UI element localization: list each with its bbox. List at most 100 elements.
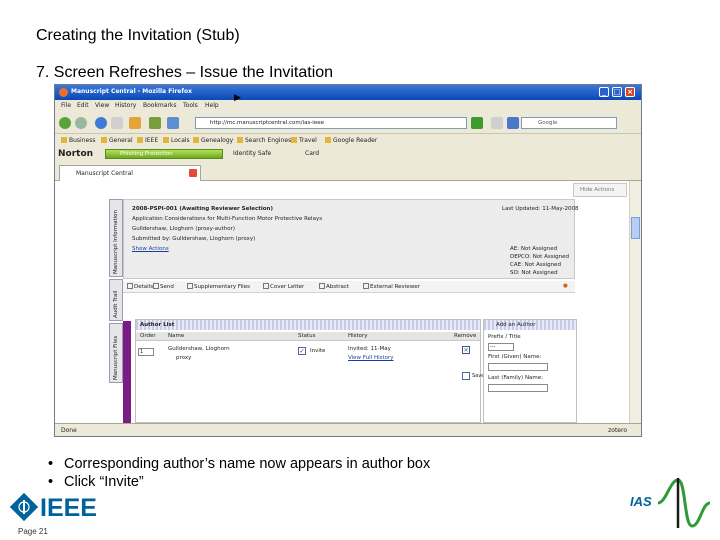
bookmarks-toolbar: Business General IEEE Locals Genealogy S… bbox=[55, 135, 641, 147]
first-name-input[interactable] bbox=[488, 363, 548, 371]
bullet-text: Corresponding author’s name now appears … bbox=[64, 456, 431, 472]
menu-history[interactable]: History bbox=[115, 102, 136, 109]
remove-author-checkbox[interactable]: ✕ bbox=[462, 346, 470, 354]
invite-checkbox[interactable]: ✓ bbox=[298, 347, 306, 355]
prefix-label: Prefix / Title bbox=[488, 334, 521, 340]
norton-toolbar: Norton Phishing Protection Identity Safe… bbox=[55, 147, 641, 161]
bookmark-google-reader[interactable]: Google Reader bbox=[325, 137, 377, 144]
home-icon[interactable] bbox=[129, 117, 141, 129]
tab-manuscript-files[interactable]: Manuscript Files bbox=[109, 323, 123, 383]
toolbar-abstract[interactable]: Abstract bbox=[319, 283, 349, 290]
address-bar[interactable]: http://mc.manuscriptcentral.com/ias-ieee bbox=[195, 117, 467, 129]
menu-view[interactable]: View bbox=[95, 102, 109, 109]
menu-bookmarks[interactable]: Bookmarks bbox=[143, 102, 177, 109]
toolbar-supplementary-files[interactable]: Supplementary Files bbox=[187, 283, 250, 290]
forward-icon[interactable] bbox=[75, 117, 87, 129]
last-updated: Last Updated: 11-May-2008 bbox=[502, 206, 579, 212]
col-remove: Remove bbox=[454, 333, 477, 339]
save-icon[interactable] bbox=[462, 372, 470, 380]
history-date: Invited: 11-May bbox=[348, 346, 391, 352]
manuscript-toolbar: Details Send Supplementary Files Cover L… bbox=[123, 281, 575, 293]
ieee-logo-text: IEEE bbox=[40, 494, 97, 522]
print-icon[interactable] bbox=[167, 117, 179, 129]
author-list-columns: Order Name Status History Remove bbox=[136, 332, 480, 341]
bullet-glyph: • bbox=[48, 474, 54, 490]
manuscript-author: Gulldershaw, Lloghorn (proxy-author) bbox=[132, 226, 235, 232]
minimize-button[interactable]: _ bbox=[599, 87, 609, 97]
col-order: Order bbox=[140, 333, 156, 339]
menu-tools[interactable]: Tools bbox=[183, 102, 198, 109]
hide-actions-box[interactable]: Hide Actions bbox=[573, 183, 627, 197]
tab-manuscript-information[interactable]: Manuscript Information bbox=[109, 199, 123, 277]
step-heading: 7. Screen Refreshes – Issue the Invitati… bbox=[36, 64, 334, 81]
last-name-label: Last (Family) Name: bbox=[488, 375, 544, 381]
page-number: Page 21 bbox=[18, 527, 48, 536]
tab-audit-trail[interactable]: Audit Trail bbox=[109, 279, 123, 321]
bookmark-travel[interactable]: Travel bbox=[291, 137, 317, 144]
close-tab-icon[interactable] bbox=[189, 169, 197, 177]
bookmark-ieee[interactable]: IEEE bbox=[137, 137, 158, 144]
col-status: Status bbox=[298, 333, 316, 339]
card-button[interactable]: Card bbox=[305, 150, 319, 157]
firefox-icon bbox=[59, 88, 68, 97]
ias-logo: IAS bbox=[628, 476, 712, 530]
last-name-input[interactable] bbox=[488, 384, 548, 392]
bookmark-business[interactable]: Business bbox=[61, 137, 95, 144]
manuscript-header: 2008-PSPI-001 (Awaiting Reviewer Selecti… bbox=[123, 199, 579, 279]
status-text: Done bbox=[61, 427, 77, 434]
tab-manuscript-central[interactable]: Manuscript Central bbox=[59, 165, 201, 181]
help-icon[interactable]: ● bbox=[563, 283, 568, 289]
manuscript-id: 2008-PSPI-001 (Awaiting Reviewer Selecti… bbox=[132, 206, 273, 212]
toolbar-cover-letter[interactable]: Cover Letter bbox=[263, 283, 304, 290]
side-tabs: Manuscript Information Audit Trail Manus… bbox=[109, 199, 123, 419]
manuscript-title: Application Considerations for Multi-Fun… bbox=[132, 216, 323, 222]
vertical-scrollbar[interactable] bbox=[629, 181, 641, 423]
invite-label[interactable]: Invite bbox=[310, 348, 325, 354]
show-actions-link[interactable]: Show Actions bbox=[132, 246, 169, 252]
toolbar-external-reviewer[interactable]: External Reviewer bbox=[363, 283, 420, 290]
view-full-history-link[interactable]: View Full History bbox=[348, 355, 394, 361]
assignment-depco: DEPCO: Not Assigned bbox=[510, 254, 569, 260]
search-input[interactable]: Google bbox=[521, 117, 617, 129]
bookmark-search-engines[interactable]: Search Engines bbox=[237, 137, 291, 144]
assignment-ae: AE: Not Assigned bbox=[510, 246, 558, 252]
search-engine-icon[interactable] bbox=[507, 117, 519, 129]
author-name-sub: proxy bbox=[176, 355, 192, 361]
prefix-select[interactable]: --- bbox=[488, 343, 514, 351]
browser-title-bar: Manuscript Central - Mozilla Firefox _ □… bbox=[55, 85, 641, 100]
scrollbar-thumb[interactable] bbox=[631, 217, 640, 239]
toolbar-details[interactable]: Details bbox=[127, 283, 153, 290]
go-button[interactable] bbox=[471, 117, 483, 129]
maximize-button[interactable]: □ bbox=[612, 87, 622, 97]
back-icon[interactable] bbox=[59, 117, 71, 129]
bookmark-star-icon[interactable] bbox=[149, 117, 161, 129]
bookmark-locals[interactable]: Locals bbox=[163, 137, 190, 144]
col-name: Name bbox=[168, 333, 185, 339]
bullet-item: • Click “Invite” bbox=[48, 473, 430, 491]
page-content: Manuscript Information Audit Trail Manus… bbox=[55, 181, 629, 423]
norton-logo: Norton bbox=[58, 149, 94, 159]
order-select[interactable]: 1 bbox=[138, 348, 154, 356]
reload-icon[interactable] bbox=[95, 117, 107, 129]
author-name: Gulldershaw, Lloghorn bbox=[168, 346, 230, 352]
menu-file[interactable]: File bbox=[61, 102, 71, 109]
menu-help[interactable]: Help bbox=[205, 102, 219, 109]
tab-strip: Manuscript Central bbox=[55, 163, 641, 181]
status-bar: Done zotero bbox=[55, 423, 641, 436]
zotero-button[interactable]: zotero bbox=[608, 427, 627, 434]
menu-edit[interactable]: Edit bbox=[77, 102, 89, 109]
slide-title: Creating the Invitation (Stub) bbox=[36, 27, 240, 44]
sine-wave-icon bbox=[657, 478, 711, 528]
bookmark-general[interactable]: General bbox=[101, 137, 133, 144]
identity-safe-button[interactable]: Identity Safe bbox=[233, 150, 271, 157]
window-title: Manuscript Central - Mozilla Firefox bbox=[71, 88, 192, 95]
close-window-button[interactable]: × bbox=[625, 87, 635, 97]
stop-icon[interactable] bbox=[111, 117, 123, 129]
col-history: History bbox=[348, 333, 368, 339]
ieee-diamond-icon bbox=[9, 492, 39, 522]
browser-window: Manuscript Central - Mozilla Firefox _ □… bbox=[54, 84, 642, 437]
bookmark-genealogy[interactable]: Genealogy bbox=[193, 137, 233, 144]
addon-icon[interactable] bbox=[491, 117, 503, 129]
phishing-protection-button[interactable]: Phishing Protection bbox=[105, 149, 223, 159]
toolbar-send[interactable]: Send bbox=[153, 283, 174, 290]
